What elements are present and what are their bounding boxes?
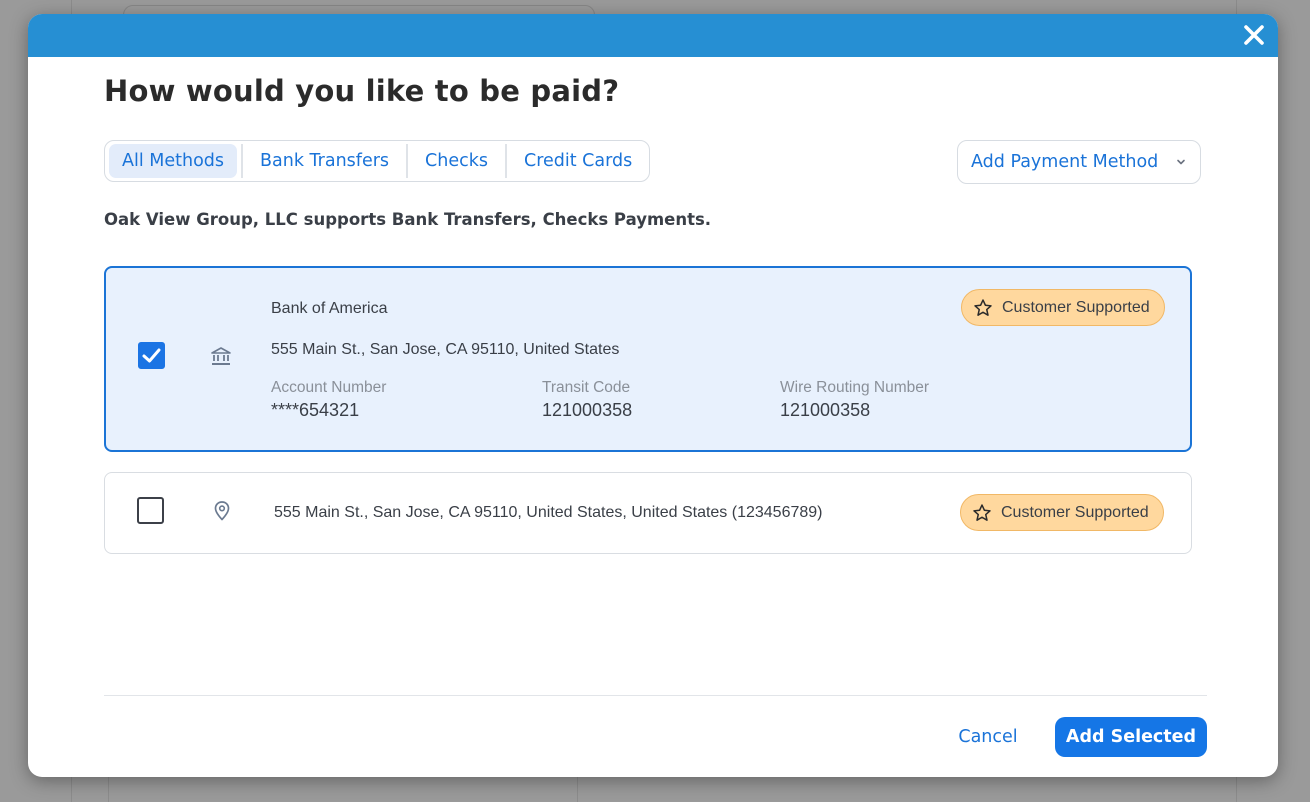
tab-separator [406, 144, 409, 178]
method-checkbox-unchecked[interactable] [137, 497, 164, 524]
add-payment-method-label: Add Payment Method [971, 152, 1159, 172]
supported-methods-note: Oak View Group, LLC supports Bank Transf… [104, 210, 712, 229]
tab-credit-cards[interactable]: Credit Cards [511, 144, 645, 178]
payment-method-card-bank[interactable]: Bank of America 555 Main St., San Jose, … [104, 266, 1192, 452]
tab-checks[interactable]: Checks [412, 144, 501, 178]
chevron-down-icon [1177, 159, 1185, 165]
bank-icon [211, 347, 231, 365]
badge-label: Customer Supported [1001, 503, 1149, 521]
add-selected-button[interactable]: Add Selected [1055, 717, 1207, 757]
star-icon [973, 503, 991, 521]
modal-title: How would you like to be paid? [104, 74, 620, 108]
close-icon [1244, 25, 1264, 45]
checkmark-icon [142, 348, 161, 363]
tab-bank-transfers[interactable]: Bank Transfers [247, 144, 402, 178]
wire-routing-value: 121000358 [780, 400, 871, 420]
modal-header [28, 14, 1278, 57]
location-pin-icon [214, 501, 230, 521]
cancel-button[interactable]: Cancel [948, 717, 1028, 757]
badge-label: Customer Supported [1002, 298, 1150, 316]
bank-name: Bank of America [271, 300, 388, 317]
star-icon [974, 298, 992, 316]
footer-divider [104, 695, 1207, 696]
account-number-label: Account Number [271, 379, 387, 396]
close-button[interactable] [1238, 19, 1270, 51]
customer-supported-badge: Customer Supported [960, 494, 1164, 531]
tab-separator [504, 144, 507, 178]
customer-supported-badge: Customer Supported [961, 289, 1165, 326]
tab-all-methods[interactable]: All Methods [109, 144, 238, 178]
bank-address: 555 Main St., San Jose, CA 95110, United… [271, 341, 620, 358]
method-checkbox-checked[interactable] [138, 342, 165, 369]
check-address: 555 Main St., San Jose, CA 95110, United… [274, 504, 823, 521]
payment-method-modal: How would you like to be paid? All Metho… [28, 14, 1278, 777]
account-number-value: ****654321 [271, 400, 360, 420]
tab-separator [241, 144, 244, 178]
background-panel-edge-2 [577, 776, 578, 802]
add-payment-method-dropdown[interactable]: Add Payment Method [957, 140, 1201, 184]
background-panel-edge [108, 776, 109, 802]
transit-code-label: Transit Code [542, 379, 631, 396]
payment-method-card-check[interactable]: 555 Main St., San Jose, CA 95110, United… [104, 472, 1192, 554]
transit-code-value: 121000358 [542, 400, 633, 420]
method-filter-tabs: All Methods Bank Transfers Checks Credit… [104, 140, 651, 182]
wire-routing-label: Wire Routing Number [780, 379, 930, 396]
